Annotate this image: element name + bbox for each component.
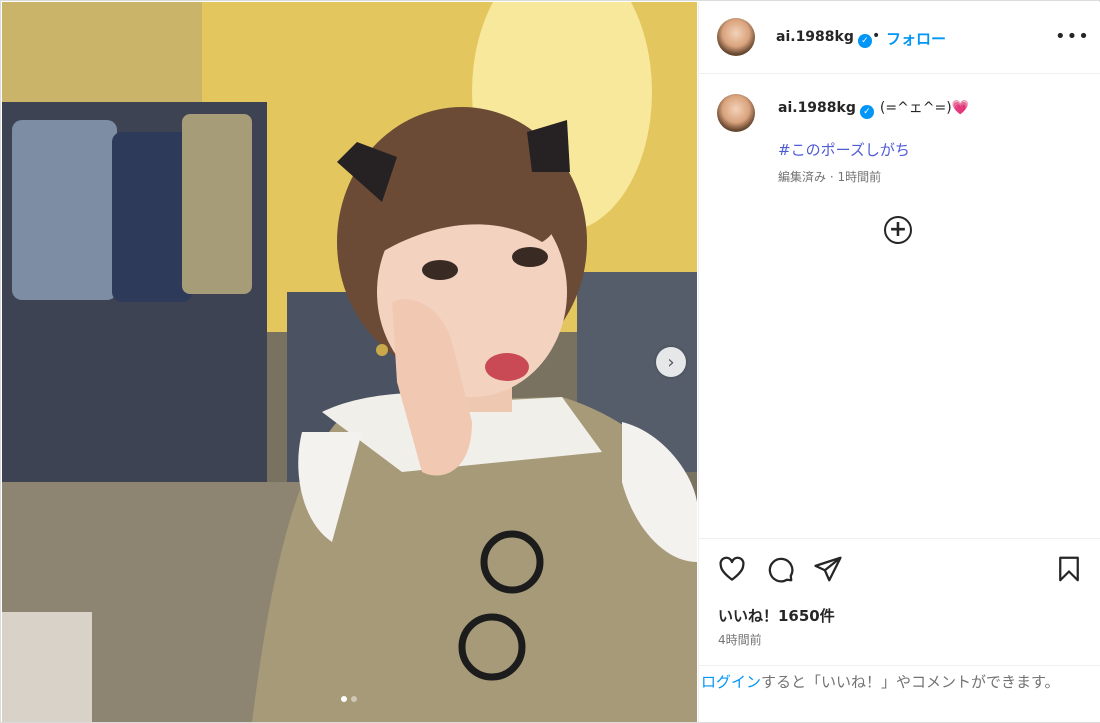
post-actions: いいね！1650件 4時間前 ログインすると「いいね！」やコメントができます。	[699, 538, 1100, 723]
paper-plane-icon	[814, 556, 842, 582]
verified-badge-icon: ✓	[859, 105, 874, 119]
avatar[interactable]	[717, 18, 755, 56]
save-button[interactable]	[1054, 554, 1084, 584]
caption-avatar[interactable]	[717, 94, 755, 132]
caption: ai.1988kg ✓ (=^ェ^=)💗	[778, 97, 969, 119]
load-more-comments-button[interactable]: +	[884, 216, 912, 244]
carousel-dot-active	[341, 696, 347, 702]
login-prompt-text: すると「いいね！」やコメントができます。	[761, 673, 1060, 691]
caption-meta: 編集済み · 1時間前	[778, 170, 882, 184]
caption-username-text: ai.1988kg	[778, 100, 856, 116]
caption-username[interactable]: ai.1988kg ✓	[778, 100, 874, 119]
hashtag-link[interactable]: #このポーズしがち	[778, 139, 910, 160]
carousel-dot	[351, 696, 357, 702]
comment-icon	[768, 557, 794, 583]
post-header: ai.1988kg ✓ • フォロー •••	[699, 2, 1100, 74]
follow-button[interactable]: フォロー	[886, 28, 946, 49]
carousel-indicator	[341, 696, 357, 702]
verified-badge-icon: ✓	[857, 34, 872, 48]
likes-count[interactable]: いいね！1650件	[718, 605, 835, 626]
share-button[interactable]	[813, 554, 843, 584]
like-button[interactable]	[717, 554, 747, 584]
next-photo-button[interactable]: ›	[656, 347, 686, 377]
bookmark-icon	[1059, 556, 1079, 582]
caption-text: (=^ェ^=)	[879, 100, 952, 116]
login-prompt: ログインすると「いいね！」やコメントができます。	[699, 665, 1100, 693]
post-photo[interactable]: ›	[2, 2, 697, 722]
login-link[interactable]: ログイン	[701, 673, 761, 691]
photo-illustration	[2, 2, 697, 722]
pink-heart-emoji: 💗	[951, 100, 970, 116]
post-modal: › ai.1988kg ✓ • フォロー ••• ai.1988kg ✓ (=^ェ^=…	[0, 0, 1100, 723]
username-text: ai.1988kg	[776, 29, 854, 45]
more-options-icon[interactable]: •••	[1055, 26, 1090, 47]
post-side-panel: ai.1988kg ✓ • フォロー ••• ai.1988kg ✓ (=^ェ^=)💗…	[698, 2, 1100, 722]
comment-button[interactable]	[765, 554, 795, 584]
username-link[interactable]: ai.1988kg ✓	[776, 29, 872, 48]
heart-icon	[719, 556, 745, 581]
chevron-right-icon: ›	[667, 351, 675, 373]
header-separator: •	[872, 28, 881, 44]
plus-circle-icon: +	[888, 217, 908, 242]
post-timestamp[interactable]: 4時間前	[718, 631, 762, 648]
